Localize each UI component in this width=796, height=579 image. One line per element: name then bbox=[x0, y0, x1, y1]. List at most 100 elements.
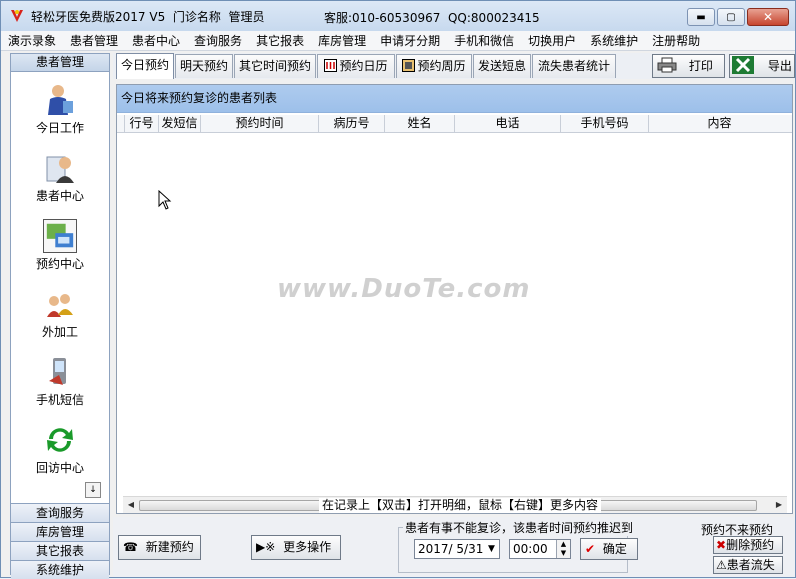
more-operations-button[interactable]: ▶※ 更多操作 bbox=[251, 535, 341, 560]
sidebar-item-revisit-center[interactable]: 回访中心 bbox=[11, 417, 109, 485]
column-content[interactable]: 内容 bbox=[649, 115, 790, 133]
walking-person-icon: ⚠ bbox=[716, 558, 727, 572]
horizontal-scrollbar[interactable]: ◀ 在记录上【双击】打开明细，鼠标【右键】更多内容 ▶ bbox=[123, 496, 787, 513]
tab-label: 预约日历 bbox=[339, 59, 388, 73]
postpone-date-picker[interactable]: 2017/ 5/31 ▼ bbox=[414, 539, 500, 559]
sidebar-item-label: 患者中心 bbox=[35, 189, 84, 203]
sidebar-item-appointment-center[interactable]: 预约中心 bbox=[11, 213, 109, 281]
column-name[interactable]: 姓名 bbox=[385, 115, 455, 133]
scroll-right-icon[interactable]: ▶ bbox=[772, 498, 786, 512]
sidebar-scroll-down-button[interactable]: ↓ bbox=[85, 482, 101, 498]
scroll-left-icon[interactable]: ◀ bbox=[124, 498, 138, 512]
menu-other-reports[interactable]: 其它报表 bbox=[249, 32, 311, 49]
new-appointment-label: 新建预约 bbox=[145, 540, 194, 554]
service-contact: 客服:010-60530967 QQ:800023415 bbox=[324, 11, 540, 25]
title-bar: 轻松牙医免费版2017 V5 门诊名称 管理员 客服:010-60530967 … bbox=[1, 1, 795, 31]
sidebar-item-sms[interactable]: 手机短信 bbox=[11, 349, 109, 417]
delete-appointment-label: 删除预约 bbox=[726, 538, 775, 552]
postpone-time-input[interactable]: 00:00 ▲ ▼ bbox=[509, 539, 571, 559]
export-label: 导出 bbox=[767, 59, 792, 73]
postpone-group-title: 患者有事不能复诊，该患者时间预约推迟到 bbox=[403, 519, 636, 536]
patient-lost-label: 患者流失 bbox=[726, 558, 775, 572]
menu-demo-video[interactable]: 演示录象 bbox=[1, 32, 63, 49]
column-appointment-time[interactable]: 预约时间 bbox=[201, 115, 319, 133]
menu-patient-management[interactable]: 患者管理 bbox=[63, 32, 125, 49]
sidebar-item-outsource[interactable]: 外加工 bbox=[11, 281, 109, 349]
sidebar-item-label: 今日工作 bbox=[35, 121, 84, 135]
week-calendar-icon bbox=[402, 59, 416, 72]
column-phone[interactable]: 电话 bbox=[455, 115, 561, 133]
phone-sms-icon bbox=[49, 358, 66, 385]
printer-icon bbox=[657, 57, 677, 73]
refresh-icon bbox=[47, 428, 73, 452]
more-operations-label: 更多操作 bbox=[283, 540, 332, 554]
tab-lost-patient-stats[interactable]: 流失患者统计 bbox=[532, 54, 616, 78]
sidebar: 患者管理 今日工作 患者中心 预约中心 外加工 手机短信 回访中心 ↓ 查询服务… bbox=[10, 53, 110, 579]
doctor-icon bbox=[48, 85, 73, 115]
excel-icon bbox=[732, 56, 754, 74]
menu-installment[interactable]: 申请牙分期 bbox=[373, 32, 447, 49]
sidebar-body: 今日工作 患者中心 预约中心 外加工 手机短信 回访中心 ↓ bbox=[11, 73, 109, 503]
menu-switch-user[interactable]: 切换用户 bbox=[521, 32, 583, 49]
tab-other-time-appointments[interactable]: 其它时间预约 bbox=[234, 54, 316, 78]
delete-appointment-button[interactable]: ✖删除预约 bbox=[713, 536, 783, 554]
tab-appointment-week[interactable]: 预约周历 bbox=[396, 54, 472, 78]
checkmark-icon: ✔ bbox=[585, 542, 596, 556]
list-hint: 在记录上【双击】打开明细，鼠标【右键】更多内容 bbox=[319, 498, 602, 513]
sidebar-group-system-maintenance[interactable]: 系统维护 bbox=[11, 560, 109, 579]
patient-icon bbox=[46, 156, 74, 183]
menu-mobile-wechat[interactable]: 手机和微信 bbox=[447, 32, 521, 49]
sidebar-item-label: 回访中心 bbox=[35, 461, 84, 475]
print-button[interactable]: 打印 bbox=[652, 54, 725, 78]
time-value: 00:00 bbox=[513, 542, 548, 556]
calendar-icon bbox=[324, 59, 338, 72]
menu-bar: 演示录象 患者管理 患者中心 查询服务 其它报表 库房管理 申请牙分期 手机和微… bbox=[1, 31, 795, 51]
close-button[interactable]: ✕ bbox=[747, 8, 789, 26]
minimize-button[interactable]: ▬ bbox=[687, 8, 715, 26]
menu-register-help[interactable]: 注册帮助 bbox=[645, 32, 707, 49]
list-caption: 今日将来预约复诊的患者列表 bbox=[117, 85, 792, 113]
maximize-button[interactable]: ▢ bbox=[717, 8, 745, 26]
menu-warehouse[interactable]: 库房管理 bbox=[311, 32, 373, 49]
sidebar-item-label: 预约中心 bbox=[35, 257, 84, 271]
menu-patient-center[interactable]: 患者中心 bbox=[125, 32, 187, 49]
sidebar-group-query-service[interactable]: 查询服务 bbox=[11, 503, 109, 522]
bottom-bar: ☎ 新建预约 ▶※ 更多操作 患者有事不能复诊，该患者时间预约推迟到 2017/… bbox=[113, 517, 795, 577]
sidebar-item-label: 手机短信 bbox=[35, 393, 84, 407]
date-value: 2017/ 5/31 bbox=[418, 542, 484, 556]
sidebar-bottom-groups: 查询服务 库房管理 其它报表 系统维护 bbox=[11, 503, 109, 579]
appointment-icon bbox=[43, 219, 77, 253]
column-mobile[interactable]: 手机号码 bbox=[561, 115, 649, 133]
new-appointment-button[interactable]: ☎ 新建预约 bbox=[118, 535, 201, 560]
watermark: www.DuoTe.com bbox=[277, 274, 531, 304]
table-header: 行号 发短信 预约时间 病历号 姓名 电话 手机号码 内容 bbox=[117, 115, 792, 133]
column-record-number[interactable]: 病历号 bbox=[319, 115, 385, 133]
menu-system-maintenance[interactable]: 系统维护 bbox=[583, 32, 645, 49]
arrow-star-icon: ▶※ bbox=[256, 540, 276, 554]
delete-x-icon: ✖ bbox=[716, 538, 727, 552]
sidebar-group-warehouse[interactable]: 库房管理 bbox=[11, 522, 109, 541]
tab-send-sms[interactable]: 发送短息 bbox=[473, 54, 531, 78]
confirm-button[interactable]: ✔ 确定 bbox=[580, 538, 638, 560]
tab-tomorrow-appointments[interactable]: 明天预约 bbox=[175, 54, 233, 78]
menu-query-service[interactable]: 查询服务 bbox=[187, 32, 249, 49]
tab-today-appointments[interactable]: 今日预约 bbox=[116, 53, 174, 79]
mouse-cursor-icon bbox=[158, 190, 172, 210]
export-button[interactable]: 导出 bbox=[729, 54, 795, 78]
confirm-label: 确定 bbox=[602, 542, 627, 556]
patient-lost-button[interactable]: ⚠患者流失 bbox=[713, 556, 783, 574]
time-spinner[interactable]: ▲ ▼ bbox=[556, 540, 570, 558]
column-send-sms[interactable]: 发短信 bbox=[159, 115, 201, 133]
column-row-number[interactable]: 行号 bbox=[125, 115, 159, 133]
window-title: 轻松牙医免费版2017 V5 门诊名称 管理员 bbox=[31, 9, 265, 24]
sidebar-header[interactable]: 患者管理 bbox=[11, 54, 109, 72]
sidebar-item-patient-center[interactable]: 患者中心 bbox=[11, 145, 109, 213]
tab-bar: 今日预约 明天预约 其它时间预约 预约日历 预约周历 发送短息 流失患者统计 打… bbox=[113, 53, 795, 79]
dropdown-arrow-icon[interactable]: ▼ bbox=[484, 540, 499, 558]
tab-appointment-calendar[interactable]: 预约日历 bbox=[317, 54, 395, 78]
sidebar-item-today-work[interactable]: 今日工作 bbox=[11, 77, 109, 145]
tab-label: 预约周历 bbox=[417, 59, 466, 73]
sidebar-group-other-reports[interactable]: 其它报表 bbox=[11, 541, 109, 560]
sidebar-item-label: 外加工 bbox=[41, 325, 78, 339]
column-spacer bbox=[117, 115, 125, 133]
